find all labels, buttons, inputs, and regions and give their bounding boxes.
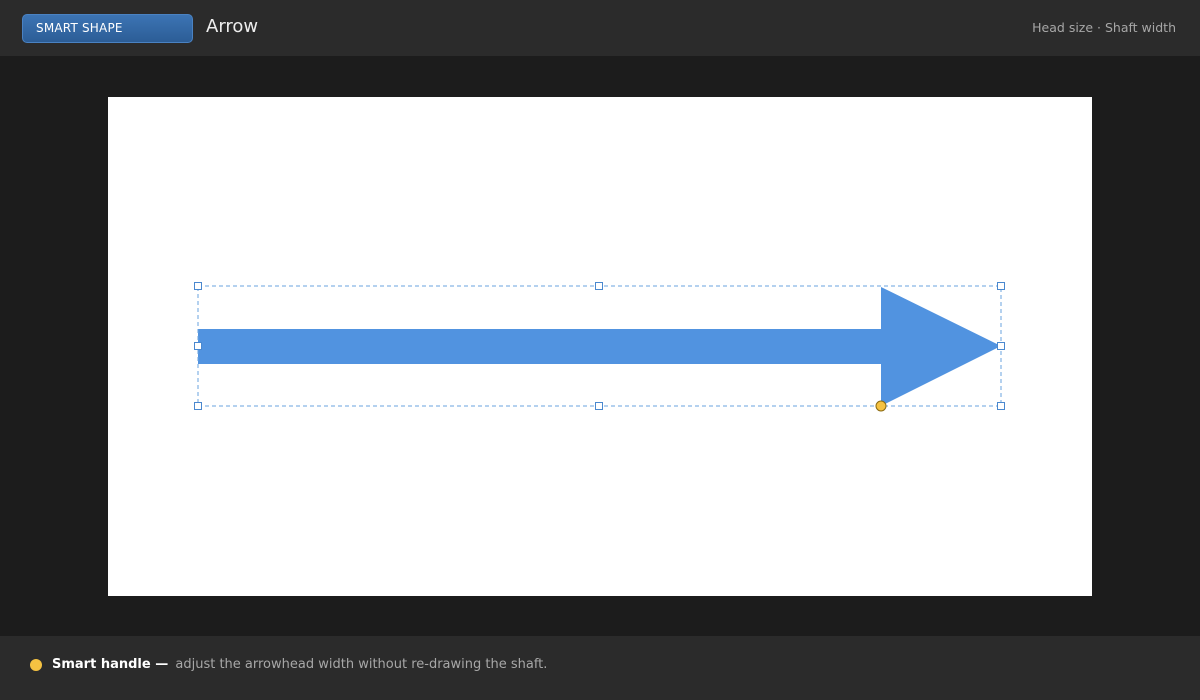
resize-handle-top-left[interactable] (194, 282, 202, 290)
slide-canvas[interactable] (108, 97, 1092, 596)
resize-handle-top-right[interactable] (997, 282, 1005, 290)
arrow-shape-svg (194, 282, 1005, 412)
footer-hint: Smart handle — adjust the arrowhead widt… (52, 657, 547, 673)
resize-handle-bottom-center[interactable] (595, 402, 603, 410)
footer-hint-label: Smart handle — (52, 657, 169, 672)
smart-shape-badge[interactable]: SMART SHAPE (22, 14, 193, 43)
resize-handle-middle-left[interactable] (194, 342, 202, 350)
shape-name-title: Arrow (206, 16, 259, 37)
arrow-shape[interactable] (198, 287, 1001, 406)
top-bar: SMART SHAPE Arrow Head size · Shaft widt… (0, 0, 1200, 56)
shape-properties-hint: Head size · Shaft width (1032, 20, 1176, 35)
resize-handle-bottom-right[interactable] (997, 402, 1005, 410)
smart-handle-legend-dot (30, 659, 42, 671)
footer-hint-bar: Smart handle — adjust the arrowhead widt… (0, 636, 1200, 700)
resize-handle-top-center[interactable] (595, 282, 603, 290)
resize-handle-bottom-left[interactable] (194, 402, 202, 410)
resize-handle-middle-right[interactable] (997, 342, 1005, 350)
smart-handle[interactable] (875, 400, 887, 412)
footer-hint-description: adjust the arrowhead width without re-dr… (175, 657, 548, 672)
